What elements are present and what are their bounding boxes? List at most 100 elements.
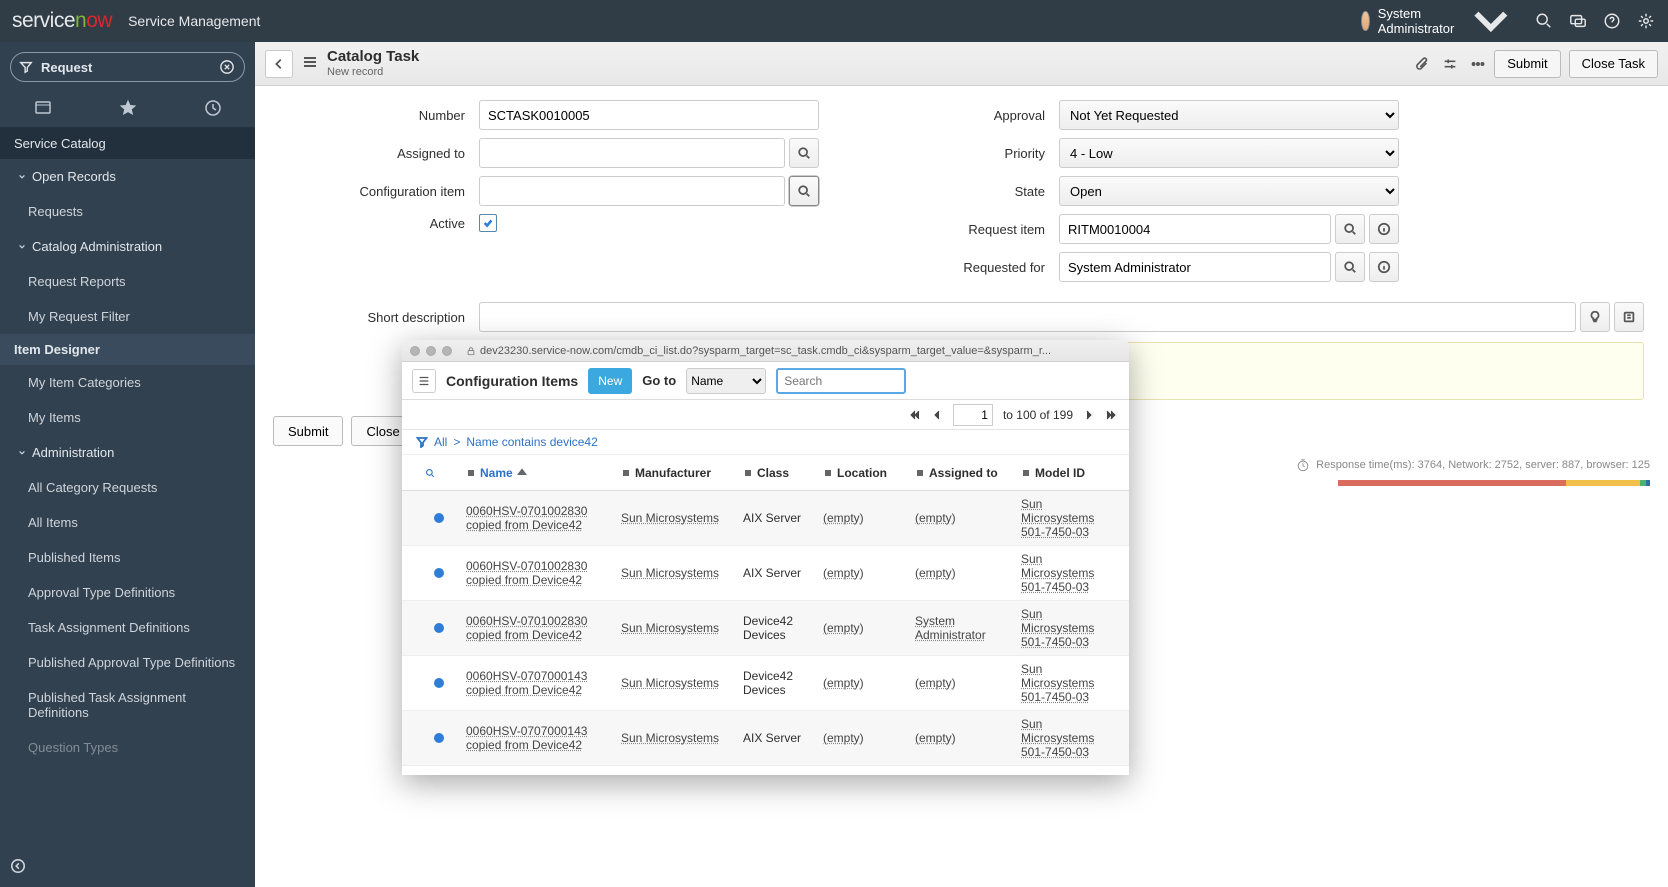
- sidebar-item-open-records[interactable]: Open Records: [0, 159, 255, 194]
- sidebar-item-pub-approval-defs[interactable]: Published Approval Type Definitions: [0, 645, 255, 680]
- nav-tab-favorites[interactable]: [85, 88, 170, 127]
- submit-button[interactable]: Submit: [1494, 50, 1560, 78]
- table-row[interactable]: 0060HSV-0707000143 copied from Device42 …: [402, 656, 1129, 711]
- next-page-icon[interactable]: [1083, 409, 1095, 421]
- attachment-icon[interactable]: [1414, 56, 1430, 72]
- personalize-icon[interactable]: [1442, 56, 1458, 72]
- sidebar-item-my-request-filter[interactable]: My Request Filter: [0, 299, 255, 334]
- state-select[interactable]: Open: [1059, 176, 1399, 206]
- row-mfr-link[interactable]: Sun Microsystems: [621, 731, 719, 745]
- table-row[interactable]: 0060HSV-0707000143 copied from Device42 …: [402, 711, 1129, 766]
- active-checkbox[interactable]: [479, 214, 497, 232]
- popup-menu-icon[interactable]: [412, 369, 436, 393]
- popup-search-input[interactable]: [776, 368, 906, 394]
- close-window-icon[interactable]: [410, 346, 420, 356]
- table-row[interactable]: 0060HSV-0701002830 copied from Device42 …: [402, 601, 1129, 656]
- table-search-icon[interactable]: [402, 462, 458, 484]
- sidebar-item-catalog-admin[interactable]: Catalog Administration: [0, 229, 255, 264]
- table-row[interactable]: 0060HSV-0701002830 copied from Device42 …: [402, 491, 1129, 546]
- close-task-button[interactable]: Close Task: [1569, 50, 1658, 78]
- new-button[interactable]: New: [588, 368, 632, 394]
- col-location[interactable]: Location: [815, 460, 907, 486]
- requested-for-info[interactable]: [1369, 252, 1399, 282]
- more-icon[interactable]: [1470, 56, 1486, 72]
- prev-page-icon[interactable]: [931, 409, 943, 421]
- row-model-link[interactable]: Sun Microsystems 501-7450-03: [1021, 607, 1094, 649]
- requested-for-lookup[interactable]: [1335, 252, 1365, 282]
- gear-icon[interactable]: [1636, 11, 1656, 31]
- col-model-id[interactable]: Model ID: [1013, 460, 1101, 486]
- filter-condition-link[interactable]: Name contains device42: [466, 435, 597, 449]
- row-loc-link[interactable]: (empty): [823, 621, 864, 635]
- row-assign-link[interactable]: System Administrator: [915, 614, 986, 642]
- row-name-link[interactable]: 0060HSV-0701002830 copied from Device42: [466, 504, 587, 532]
- row-assign-link[interactable]: (empty): [915, 731, 956, 745]
- sidebar-item-administration[interactable]: Administration: [0, 435, 255, 470]
- row-loc-link[interactable]: (empty): [823, 566, 864, 580]
- sidebar-item-published-items[interactable]: Published Items: [0, 540, 255, 575]
- sidebar-section-service-catalog[interactable]: Service Catalog: [0, 128, 255, 159]
- row-mfr-link[interactable]: Sun Microsystems: [621, 511, 719, 525]
- suggestion-icon[interactable]: [1580, 302, 1610, 332]
- row-loc-link[interactable]: (empty): [823, 511, 864, 525]
- knowledge-icon[interactable]: [1614, 302, 1644, 332]
- goto-field-select[interactable]: Name: [686, 368, 766, 394]
- sidebar-item-my-item-categories[interactable]: My Item Categories: [0, 365, 255, 400]
- funnel-icon[interactable]: [416, 436, 428, 448]
- row-name-link[interactable]: 0060HSV-0707000143 copied from Device42: [466, 724, 587, 752]
- row-mfr-link[interactable]: Sun Microsystems: [621, 676, 719, 690]
- number-field[interactable]: [479, 100, 819, 130]
- sidebar-item-request-reports[interactable]: Request Reports: [0, 264, 255, 299]
- request-item-field[interactable]: [1059, 214, 1331, 244]
- row-name-link[interactable]: 0060HSV-0701002830 copied from Device42: [466, 614, 587, 642]
- search-icon[interactable]: [1534, 11, 1554, 31]
- sidebar-item-question-types[interactable]: Question Types: [0, 730, 255, 765]
- row-name-link[interactable]: 0060HSV-0707000143 copied from Device42: [466, 669, 587, 697]
- request-item-info[interactable]: [1369, 214, 1399, 244]
- sidebar-item-my-items[interactable]: My Items: [0, 400, 255, 435]
- minimize-window-icon[interactable]: [426, 346, 436, 356]
- row-model-link[interactable]: Sun Microsystems 501-7450-03: [1021, 497, 1094, 539]
- last-page-icon[interactable]: [1105, 409, 1117, 421]
- requested-for-field[interactable]: [1059, 252, 1331, 282]
- chat-icon[interactable]: [1568, 11, 1588, 31]
- row-loc-link[interactable]: (empty): [823, 731, 864, 745]
- row-mfr-link[interactable]: Sun Microsystems: [621, 621, 719, 635]
- page-number-input[interactable]: [953, 404, 993, 426]
- col-assigned-to[interactable]: Assigned to: [907, 460, 1013, 486]
- row-model-link[interactable]: Sun Microsystems 501-7450-03: [1021, 662, 1094, 704]
- back-button[interactable]: [265, 50, 293, 78]
- config-item-field[interactable]: [479, 176, 785, 206]
- table-row[interactable]: 0060HSV-0701002830 copied from Device42 …: [402, 546, 1129, 601]
- sidebar-item-pub-task-defs[interactable]: Published Task Assignment Definitions: [0, 680, 255, 730]
- row-model-link[interactable]: Sun Microsystems 501-7450-03: [1021, 717, 1094, 759]
- submit-button-bottom[interactable]: Submit: [273, 416, 343, 446]
- row-assign-link[interactable]: (empty): [915, 511, 956, 525]
- priority-select[interactable]: 4 - Low: [1059, 138, 1399, 168]
- clear-filter-icon[interactable]: [218, 58, 236, 76]
- sidebar-item-approval-type-defs[interactable]: Approval Type Definitions: [0, 575, 255, 610]
- assigned-to-lookup[interactable]: [789, 138, 819, 168]
- col-name[interactable]: Name: [458, 460, 613, 486]
- filter-all-link[interactable]: All: [434, 435, 447, 449]
- sidebar-item-all-category-requests[interactable]: All Category Requests: [0, 470, 255, 505]
- row-assign-link[interactable]: (empty): [915, 676, 956, 690]
- nav-tab-history[interactable]: [170, 88, 255, 127]
- assigned-to-field[interactable]: [479, 138, 785, 168]
- approval-select[interactable]: Not Yet Requested: [1059, 100, 1399, 130]
- row-name-link[interactable]: 0060HSV-0701002830 copied from Device42: [466, 559, 587, 587]
- request-item-lookup[interactable]: [1335, 214, 1365, 244]
- form-menu-icon[interactable]: [301, 53, 319, 74]
- sidebar-item-all-items[interactable]: All Items: [0, 505, 255, 540]
- row-mfr-link[interactable]: Sun Microsystems: [621, 566, 719, 580]
- nav-tab-apps[interactable]: [0, 88, 85, 127]
- config-item-lookup[interactable]: [789, 176, 819, 206]
- col-manufacturer[interactable]: Manufacturer: [613, 460, 735, 486]
- sidebar-section-item-designer[interactable]: Item Designer: [0, 334, 255, 365]
- row-model-link[interactable]: Sun Microsystems 501-7450-03: [1021, 552, 1094, 594]
- row-assign-link[interactable]: (empty): [915, 566, 956, 580]
- zoom-window-icon[interactable]: [442, 346, 452, 356]
- sidebar-collapse-button[interactable]: [0, 848, 255, 887]
- row-loc-link[interactable]: (empty): [823, 676, 864, 690]
- short-desc-field[interactable]: [479, 302, 1576, 332]
